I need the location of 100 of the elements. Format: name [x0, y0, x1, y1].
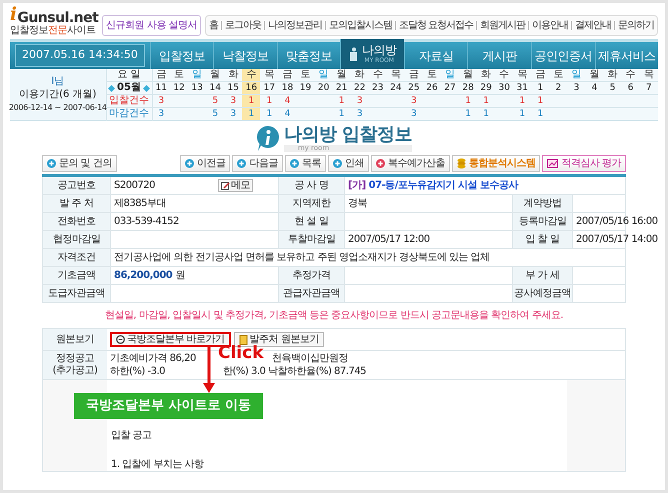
top-link[interactable]: 로그아웃: [224, 18, 261, 33]
count-value[interactable]: 5: [212, 109, 218, 119]
count-value[interactable]: 5: [212, 96, 218, 106]
toolbar-button[interactable]: 목록: [284, 155, 326, 172]
count-value[interactable]: 3: [230, 109, 236, 119]
top-link[interactable]: 홈: [208, 18, 218, 33]
weekday-cell: 화: [350, 69, 369, 82]
count-value[interactable]: 1: [537, 109, 544, 119]
document-icon: [238, 334, 248, 344]
date-cell: 23: [368, 82, 387, 94]
notice-text: 현설일, 마감일, 입찰일시 및 추정가격, 기초금액 등은 중요사항이므로 반드시 공고문내용을 확인하여 주세요.: [104, 309, 564, 323]
weekday-header: 요 일: [106, 69, 152, 82]
weekday-cell: 일: [188, 69, 206, 82]
field-label: 자격조건: [42, 248, 110, 266]
count-value[interactable]: 3: [230, 96, 236, 106]
count-value[interactable]: 3: [411, 96, 417, 106]
field-value: 86,200,000: [114, 269, 172, 282]
guide-link[interactable]: 신규회원 사용 설명서: [102, 15, 201, 36]
toolbar-button[interactable]: 적격심사 평가: [542, 155, 626, 172]
weekday-cell: 토: [296, 69, 315, 82]
source-button[interactable]: 국방조달본부 바로가기: [110, 332, 231, 347]
date-cell: 29: [477, 82, 496, 94]
weekday-cell: 금: [404, 69, 423, 82]
count-value[interactable]: 3: [356, 109, 363, 119]
count-value[interactable]: 1: [519, 96, 526, 106]
row-label: 마감건수: [106, 108, 152, 120]
field-label: 정정공고: [56, 353, 94, 365]
field-value: 2007/05/16 16:00: [576, 215, 658, 228]
info-icon: [256, 126, 280, 152]
field-label: 기초금액: [42, 266, 110, 284]
date-cell: 22: [350, 82, 369, 94]
toolbar-button[interactable]: 이전글: [180, 155, 230, 172]
weekday-cell: 화: [224, 69, 242, 82]
count-value[interactable]: 3: [158, 109, 164, 119]
count-value[interactable]: 1: [537, 96, 544, 106]
field-label: 계약방법: [512, 194, 572, 212]
category-tag: [가]: [348, 179, 366, 192]
amendment-text: 천육백이십만원정: [272, 352, 348, 365]
toolbar-button[interactable]: 인쇄: [328, 155, 369, 172]
count-value[interactable]: 1: [483, 96, 490, 106]
field-value: 07-등/포누유감지기 시설 보수공사: [368, 179, 518, 192]
field-value: 2007/05/17 14:00: [576, 233, 658, 246]
count-value[interactable]: 1: [338, 109, 345, 119]
weekday-cell: 월: [332, 69, 351, 82]
date-cell: 3: [567, 82, 586, 94]
date-cell: 4: [586, 82, 604, 94]
count-value[interactable]: 1: [519, 109, 526, 119]
toolbar-button[interactable]: 복수예가산출: [370, 155, 450, 172]
memo-button[interactable]: 메모: [218, 179, 254, 192]
top-link[interactable]: 나의정보관리: [268, 18, 322, 33]
date-cell: 24: [386, 82, 405, 94]
field-label: 투찰마감일: [278, 230, 344, 248]
count-value[interactable]: 4: [284, 96, 290, 106]
top-link[interactable]: 결제안내: [574, 18, 611, 33]
field-label: 발 주 처: [42, 194, 110, 212]
field-label: 원본보기: [43, 329, 107, 350]
top-link[interactable]: 이용안내: [532, 18, 568, 33]
date-cell: 6: [622, 82, 640, 94]
date-cell: 28: [459, 82, 478, 94]
field-label: 공사예정금액: [512, 284, 572, 302]
page-title: 나의방 입찰정보: [284, 126, 412, 144]
count-value[interactable]: 1: [483, 109, 490, 119]
count-value[interactable]: 1: [266, 109, 272, 119]
top-link[interactable]: 문의하기: [618, 18, 654, 33]
count-value[interactable]: 1: [338, 96, 345, 106]
count-value[interactable]: 3: [411, 109, 417, 119]
count-value[interactable]: 1: [465, 96, 471, 106]
count-value[interactable]: 3: [158, 96, 164, 106]
weekday-cell: 목: [260, 69, 278, 82]
count-value[interactable]: 1: [266, 96, 272, 106]
amendment-text: 한(%) 3.0 낙찰하한율(%) 87.745: [223, 365, 366, 378]
field-label: 현 설 일: [278, 212, 344, 230]
field-label: 전화번호: [42, 212, 110, 230]
chart-icon: [547, 159, 558, 168]
count-value[interactable]: 3: [356, 96, 363, 106]
weekday-cell: 수: [368, 69, 387, 82]
weekday-cell: 금: [531, 69, 550, 82]
field-label: 부 가 세: [512, 266, 572, 284]
date-cell: 15: [224, 82, 242, 94]
field-label: 지역제한: [278, 194, 344, 212]
count-value[interactable]: 1: [465, 109, 471, 119]
top-link[interactable]: 회원게시판: [480, 18, 525, 33]
weekday-cell: 일: [567, 69, 586, 82]
weekday-cell: 일: [314, 69, 333, 82]
toolbar-button[interactable]: 문의 및 건의: [42, 155, 117, 172]
weekday-cell: 목: [386, 69, 405, 82]
toolbar-button[interactable]: 통합분석시스템: [452, 155, 540, 172]
weekday-cell: 화: [477, 69, 496, 82]
count-value[interactable]: 4: [284, 109, 290, 119]
plus-icon: [376, 159, 385, 168]
field-label: 협정마감일: [42, 230, 110, 248]
top-link[interactable]: 조달청 요청서접수: [398, 18, 473, 33]
plus-icon: [290, 159, 299, 168]
weekday-cell: 수: [622, 69, 640, 82]
click-label: Click: [218, 345, 264, 362]
top-link[interactable]: 모의입찰시스템: [328, 18, 392, 33]
weekday-cell: 금: [152, 69, 170, 82]
weekday-cell: 월: [206, 69, 224, 82]
toolbar-button[interactable]: 다음글: [232, 155, 283, 172]
date-cell: 25: [404, 82, 423, 94]
